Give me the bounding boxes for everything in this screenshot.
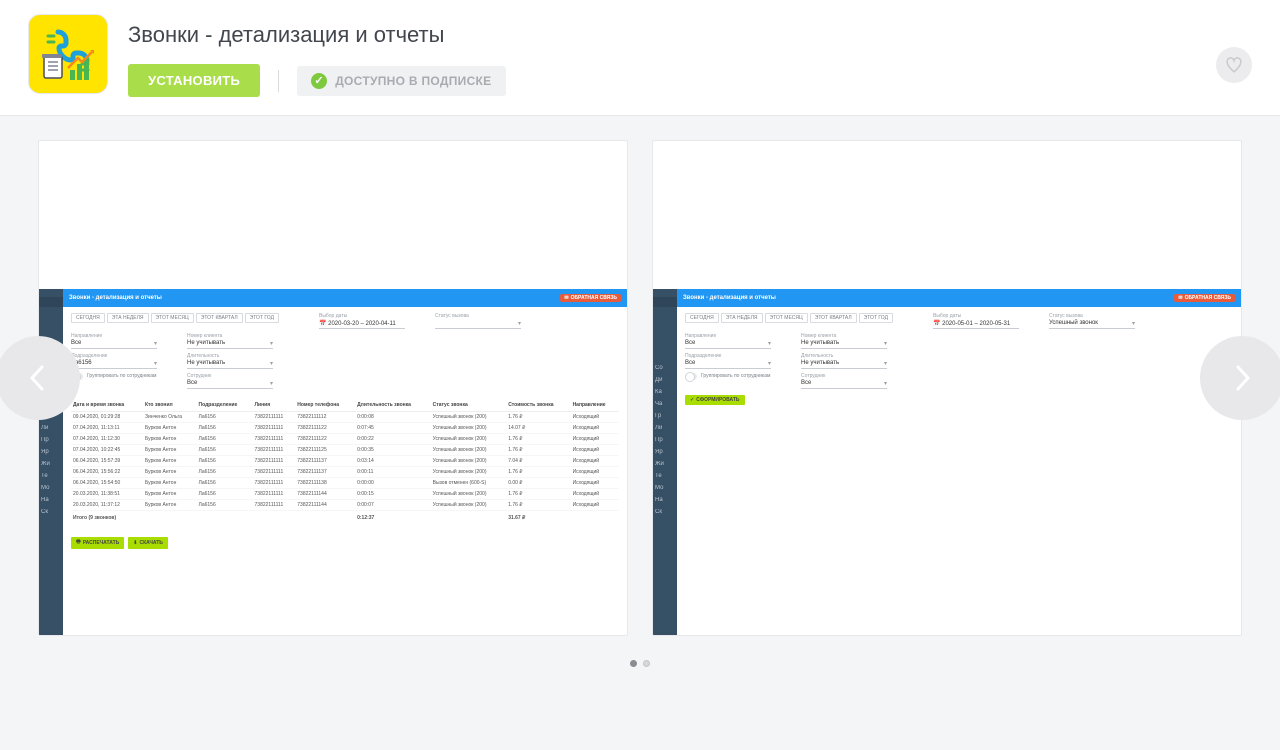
toggle-icon <box>685 373 697 380</box>
table-row: 06.04.2020, 15:54:50Бурков АнтонЛа615673… <box>71 478 619 489</box>
carousel-dots <box>0 640 1280 727</box>
app-header: Звонки - детализация и отчеты УСТАНОВИТЬ… <box>0 0 1280 116</box>
table-row: 20.03.2020, 11:38:51Бурков АнтонЛа615673… <box>71 489 619 500</box>
table-row: 06.04.2020, 15:57:39Бурков АнтонЛа615673… <box>71 456 619 467</box>
subscription-label: ДОСТУПНО В ПОДПИСКЕ <box>335 74 491 88</box>
print-button: 🖶 РАСПЕЧАТАТЬ <box>71 537 124 549</box>
date-range-pills: СЕГОДНЯЭТА НЕДЕЛЯЭТОТ МЕСЯЦЭТОТ КВАРТАЛЭ… <box>71 313 279 323</box>
header-main: Звонки - детализация и отчеты УСТАНОВИТЬ… <box>128 14 1196 97</box>
download-button: ⬇ СКАЧАТЬ <box>128 537 168 549</box>
date-pill: ЭТОТ МЕСЯЦ <box>765 313 808 323</box>
table-row: 09.04.2020, 01:29:28Зинченко ОльгаЛа6156… <box>71 412 619 423</box>
screenshot-carousel: СоДиКаЧаГрЛиПрЯрЖиТеМоНаСк Звонки - дета… <box>0 116 1280 640</box>
date-range-pills: СЕГОДНЯЭТА НЕДЕЛЯЭТОТ МЕСЯЦЭТОТ КВАРТАЛЭ… <box>685 313 893 323</box>
chevron-right-icon <box>1232 363 1252 393</box>
generate-button: ✓ СФОРМИРОВАТЬ <box>685 395 745 405</box>
mini-topbar: Звонки - детализация и отчеты ✉ ОБРАТНАЯ… <box>63 289 627 307</box>
carousel-prev-button[interactable] <box>0 336 80 420</box>
date-pill: ЭТОТ ГОД <box>245 313 279 323</box>
date-pill: ЭТА НЕДЕЛЯ <box>721 313 763 323</box>
mini-topbar: Звонки - детализация и отчеты ✉ ОБРАТНАЯ… <box>677 289 1241 307</box>
install-button[interactable]: УСТАНОВИТЬ <box>128 64 260 97</box>
table-row: 06.04.2020, 15:56:22Бурков АнтонЛа615673… <box>71 467 619 478</box>
date-pill: СЕГОДНЯ <box>71 313 105 323</box>
chevron-left-icon <box>28 363 48 393</box>
date-pill: ЭТОТ ГОД <box>859 313 893 323</box>
divider <box>278 70 279 92</box>
app-title: Звонки - детализация и отчеты <box>128 22 1196 48</box>
mini-title: Звонки - детализация и отчеты <box>69 295 162 301</box>
favorite-button[interactable] <box>1216 47 1252 83</box>
carousel-dot[interactable] <box>630 660 637 667</box>
heart-icon <box>1225 56 1243 74</box>
carousel-slide[interactable]: СоДиКаЧаГрЛиПрЯрЖиТеМоНаСк Звонки - дета… <box>652 140 1242 636</box>
date-pill: ЭТОТ МЕСЯЦ <box>151 313 194 323</box>
mini-title: Звонки - детализация и отчеты <box>683 295 776 301</box>
carousel-next-button[interactable] <box>1200 336 1280 420</box>
mini-feedback-button: ✉ ОБРАТНАЯ СВЯЗЬ <box>1174 294 1235 302</box>
mini-sidebar: СоДиКаЧаГрЛиПрЯрЖиТеМоНаСк <box>653 289 677 635</box>
date-pill: ЭТА НЕДЕЛЯ <box>107 313 149 323</box>
table-row: 07.04.2020, 10:22:45Бурков АнтонЛа615673… <box>71 445 619 456</box>
table-row: 20.03.2020, 11:37:12Бурков АнтонЛа615673… <box>71 500 619 511</box>
table-row: 07.04.2020, 11:13:11Бурков АнтонЛа615673… <box>71 423 619 434</box>
date-pill: ЭТОТ КВАРТАЛ <box>810 313 857 323</box>
calls-table: Дата и время звонкаКто звонилПодразделен… <box>71 399 619 523</box>
check-icon: ✓ <box>311 73 327 89</box>
date-pill: СЕГОДНЯ <box>685 313 719 323</box>
mini-feedback-button: ✉ ОБРАТНАЯ СВЯЗЬ <box>560 294 621 302</box>
subscription-badge: ✓ ДОСТУПНО В ПОДПИСКЕ <box>297 66 505 96</box>
group-by-employee-toggle: Группировать по сотрудникам <box>71 373 157 380</box>
carousel-slide[interactable]: СоДиКаЧаГрЛиПрЯрЖиТеМоНаСк Звонки - дета… <box>38 140 628 636</box>
carousel-dot[interactable] <box>643 660 650 667</box>
date-pill: ЭТОТ КВАРТАЛ <box>196 313 243 323</box>
table-row: 07.04.2020, 11:12:30Бурков АнтонЛа615673… <box>71 434 619 445</box>
group-by-employee-toggle: Группировать по сотрудникам <box>685 373 771 380</box>
feedback-icon: ✉ <box>564 295 568 301</box>
app-icon <box>28 14 108 94</box>
feedback-icon: ✉ <box>1178 295 1182 301</box>
